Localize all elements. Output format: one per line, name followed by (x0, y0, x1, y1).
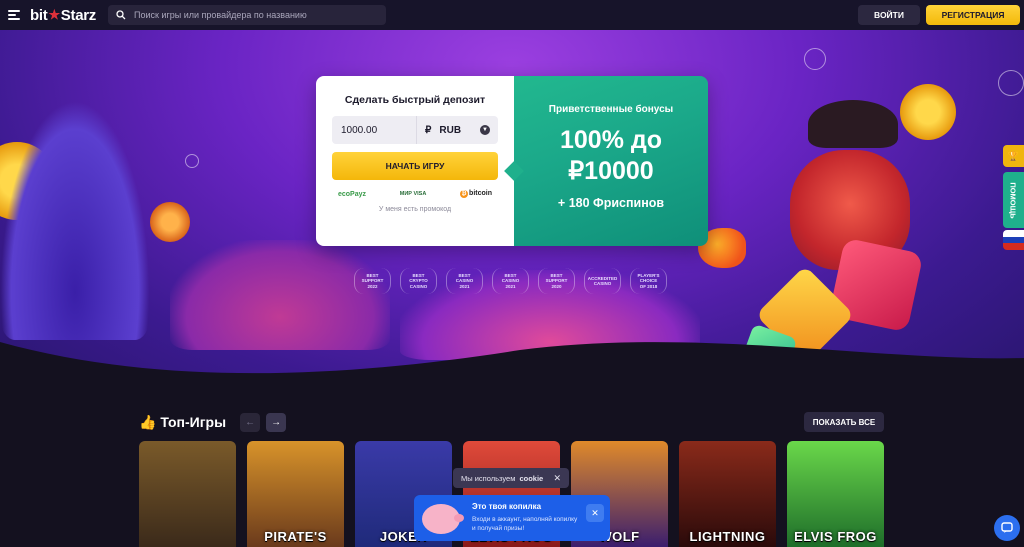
awards-row: BEST SUPPORT 2022 BEST CRYPTO CASINO BEST CAS… (354, 268, 667, 294)
welcome-bonus-panel: Приветственные бонусы 100% до ₽10000 + 1… (514, 76, 708, 246)
register-button[interactable]: РЕГИСТРАЦИЯ (926, 5, 1020, 25)
cookie-text: Мы используем (461, 473, 516, 483)
search-icon (116, 10, 126, 20)
currency-label: RUB (439, 124, 462, 136)
coin-icon (900, 84, 956, 140)
bitcoin-icon: ₿ (460, 190, 469, 198)
top-games-title: 👍 Топ-Игры (139, 413, 227, 430)
game-card[interactable]: PIRATE'S (247, 441, 344, 547)
ecopayz-logo: ecoPayz (338, 190, 367, 198)
award-badge: BEST SUPPORT 2020 (538, 268, 575, 294)
piggy-text: Входи в аккаунт, наполняй копилку и полу… (472, 516, 578, 532)
search-input[interactable] (133, 10, 374, 20)
cookie-link[interactable]: cookie (519, 474, 543, 483)
award-badge: BEST CASINO 2021 (446, 268, 483, 294)
game-title: PIRATE'S (264, 529, 327, 544)
logo-text-right: Starz (60, 6, 96, 24)
chat-icon (1001, 522, 1013, 533)
trophy-icon[interactable]: 🏆 (1003, 145, 1024, 167)
hero-wave (0, 342, 1024, 382)
bubble-icon (185, 154, 199, 168)
piggy-bank-popup: Это твоя копилка Входи в аккаунт, наполн… (414, 495, 610, 541)
logo-star-icon: ★ (48, 7, 60, 22)
close-icon[interactable]: ✕ (553, 473, 561, 484)
cookie-notice: Мы используем cookie ✕ (453, 468, 569, 488)
show-all-button[interactable]: ПОКАЗАТЬ ВСЕ (804, 412, 884, 432)
game-card[interactable]: ELVIS FROG (787, 441, 884, 547)
coin-icon (150, 202, 190, 242)
bubble-icon (804, 48, 826, 70)
menu-icon[interactable] (8, 10, 20, 20)
start-game-button[interactable]: НАЧАТЬ ИГРУ (332, 152, 498, 180)
deposit-form: Сделать быстрый депозит ₽ RUB ▼ НАЧАТЬ И… (316, 76, 514, 246)
prev-arrow-button[interactable]: ← (240, 412, 261, 432)
amount-input[interactable] (332, 116, 416, 144)
game-title: ELVIS FROG (794, 529, 877, 544)
header: bit ★ Starz ВОЙТИ РЕГИСТРАЦИЯ (0, 0, 1024, 30)
pirate-hat-icon (808, 100, 898, 148)
bonus-subtitle: Приветственные бонусы (548, 104, 674, 115)
bitcoin-logo: ₿ bitcoin (460, 190, 492, 198)
help-label: ПОМОЩЬ (1009, 181, 1018, 219)
chevron-down-icon: ▼ (480, 125, 490, 135)
game-card[interactable]: LIGHTNING (679, 441, 776, 547)
bonus-amount: ₽10000 (568, 157, 654, 185)
award-badge: BEST CASINO 2021 (492, 268, 529, 294)
search-bar[interactable] (107, 5, 386, 25)
currency-select[interactable]: ₽ RUB ▼ (416, 116, 498, 144)
payment-methods: ecoPayz МИР VISA ₿ bitcoin (332, 190, 498, 198)
logo-text-left: bit (30, 6, 48, 24)
promo-code-link[interactable]: У меня есть промокод (332, 206, 498, 213)
bonus-freespins: + 180 Фриспинов (557, 196, 665, 210)
login-button[interactable]: ВОЙТИ (858, 5, 920, 25)
piggy-bank-icon (422, 504, 464, 534)
bonus-percent: 100% до (559, 126, 663, 154)
coral-decoration (0, 100, 150, 340)
award-badge: BEST CRYPTO CASINO (400, 268, 437, 294)
bitcoin-label: bitcoin (469, 190, 492, 197)
logo[interactable]: bit ★ Starz (30, 7, 96, 24)
deposit-card: Сделать быстрый депозит ₽ RUB ▼ НАЧАТЬ И… (316, 76, 708, 246)
award-badge: BEST SUPPORT 2022 (354, 268, 391, 294)
deposit-title: Сделать быстрый депозит (344, 94, 486, 106)
bubble-icon (998, 70, 1024, 96)
language-flag-icon[interactable] (1003, 230, 1024, 250)
ruble-icon: ₽ (425, 124, 432, 136)
mir-visa-logo: МИР VISA (399, 191, 427, 197)
close-icon[interactable]: ✕ (586, 504, 604, 522)
next-arrow-button[interactable]: → (266, 412, 287, 432)
help-tab[interactable]: ПОМОЩЬ (1003, 172, 1024, 228)
award-badge: PLAYER'S CHOICE OF 2018 (630, 268, 667, 294)
award-badge: ACCREDITED CASINO (584, 268, 621, 294)
top-games-header: 👍 Топ-Игры ← → ПОКАЗАТЬ ВСЕ (139, 411, 884, 433)
chat-button[interactable] (994, 515, 1020, 541)
piggy-title: Это твоя копилка (472, 502, 542, 511)
game-title: LIGHTNING (689, 529, 766, 544)
game-card[interactable] (139, 441, 236, 547)
